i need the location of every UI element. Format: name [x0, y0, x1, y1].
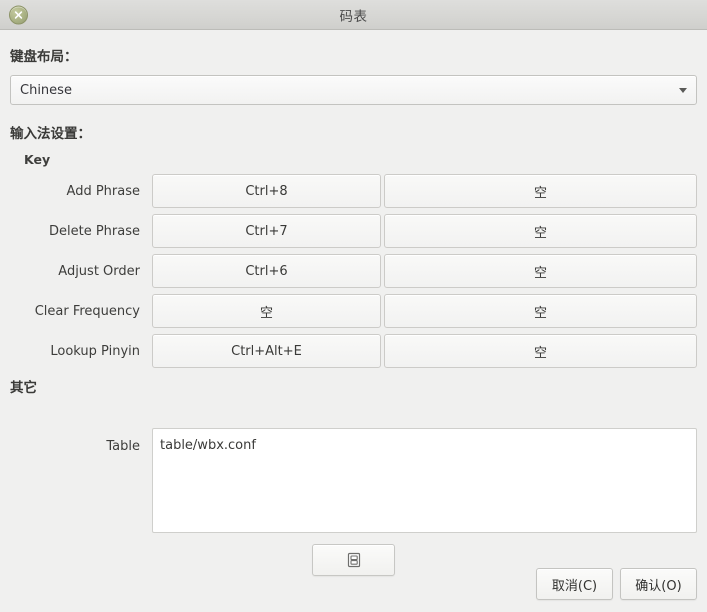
- key-primary-button[interactable]: Ctrl+8: [152, 174, 381, 208]
- other-heading: 其它: [10, 380, 37, 396]
- keyboard-layout-select[interactable]: Chinese: [10, 75, 697, 105]
- confirm-button[interactable]: 确认(O): [620, 568, 697, 600]
- key-row: Adjust Order Ctrl+6 空: [10, 251, 697, 291]
- key-primary-button[interactable]: Ctrl+7: [152, 214, 381, 248]
- key-primary-button[interactable]: 空: [152, 294, 381, 328]
- key-bindings-list: Add Phrase Ctrl+8 空 Delete Phrase Ctrl+7…: [10, 171, 697, 371]
- cancel-button[interactable]: 取消(C): [536, 568, 613, 600]
- key-row-label: Clear Frequency: [34, 303, 140, 319]
- browse-table-button[interactable]: [312, 544, 395, 576]
- close-button[interactable]: [9, 5, 28, 24]
- ime-settings-heading: 输入法设置：: [10, 126, 91, 142]
- table-label: Table: [106, 439, 140, 454]
- dialog-content: 键盘布局： Chinese 输入法设置： Key Add Phrase Ctrl…: [0, 30, 707, 612]
- key-group-label: Key: [24, 152, 51, 167]
- keyboard-layout-value: Chinese: [20, 82, 72, 98]
- keyboard-layout-heading: 键盘布局：: [10, 49, 78, 65]
- key-row-label: Add Phrase: [66, 183, 140, 199]
- file-card-icon: [347, 552, 360, 568]
- title-bar: 码表: [0, 0, 707, 30]
- key-secondary-button[interactable]: 空: [384, 254, 697, 288]
- window-title: 码表: [339, 8, 368, 25]
- key-secondary-button[interactable]: 空: [384, 294, 697, 328]
- table-input[interactable]: table/wbx.conf: [152, 428, 697, 533]
- key-secondary-button[interactable]: 空: [384, 214, 697, 248]
- key-row: Clear Frequency 空 空: [10, 291, 697, 331]
- chevron-down-icon: [679, 87, 687, 93]
- key-row-label: Delete Phrase: [48, 223, 140, 239]
- key-row: Delete Phrase Ctrl+7 空: [10, 211, 697, 251]
- key-row: Lookup Pinyin Ctrl+Alt+E 空: [10, 331, 697, 371]
- key-secondary-button[interactable]: 空: [384, 174, 697, 208]
- dialog-window: 码表 键盘布局： Chinese 输入法设置： Key Add Phrase C…: [0, 0, 707, 612]
- key-primary-button[interactable]: Ctrl+Alt+E: [152, 334, 381, 368]
- key-row-label: Lookup Pinyin: [50, 343, 140, 359]
- table-field-row: Table table/wbx.conf: [10, 428, 697, 533]
- key-row-label: Adjust Order: [58, 263, 140, 279]
- key-primary-button[interactable]: Ctrl+6: [152, 254, 381, 288]
- dialog-actions: 取消(C) 确认(O): [536, 568, 697, 600]
- key-row: Add Phrase Ctrl+8 空: [10, 171, 697, 211]
- key-secondary-button[interactable]: 空: [384, 334, 697, 368]
- close-icon: [14, 10, 23, 19]
